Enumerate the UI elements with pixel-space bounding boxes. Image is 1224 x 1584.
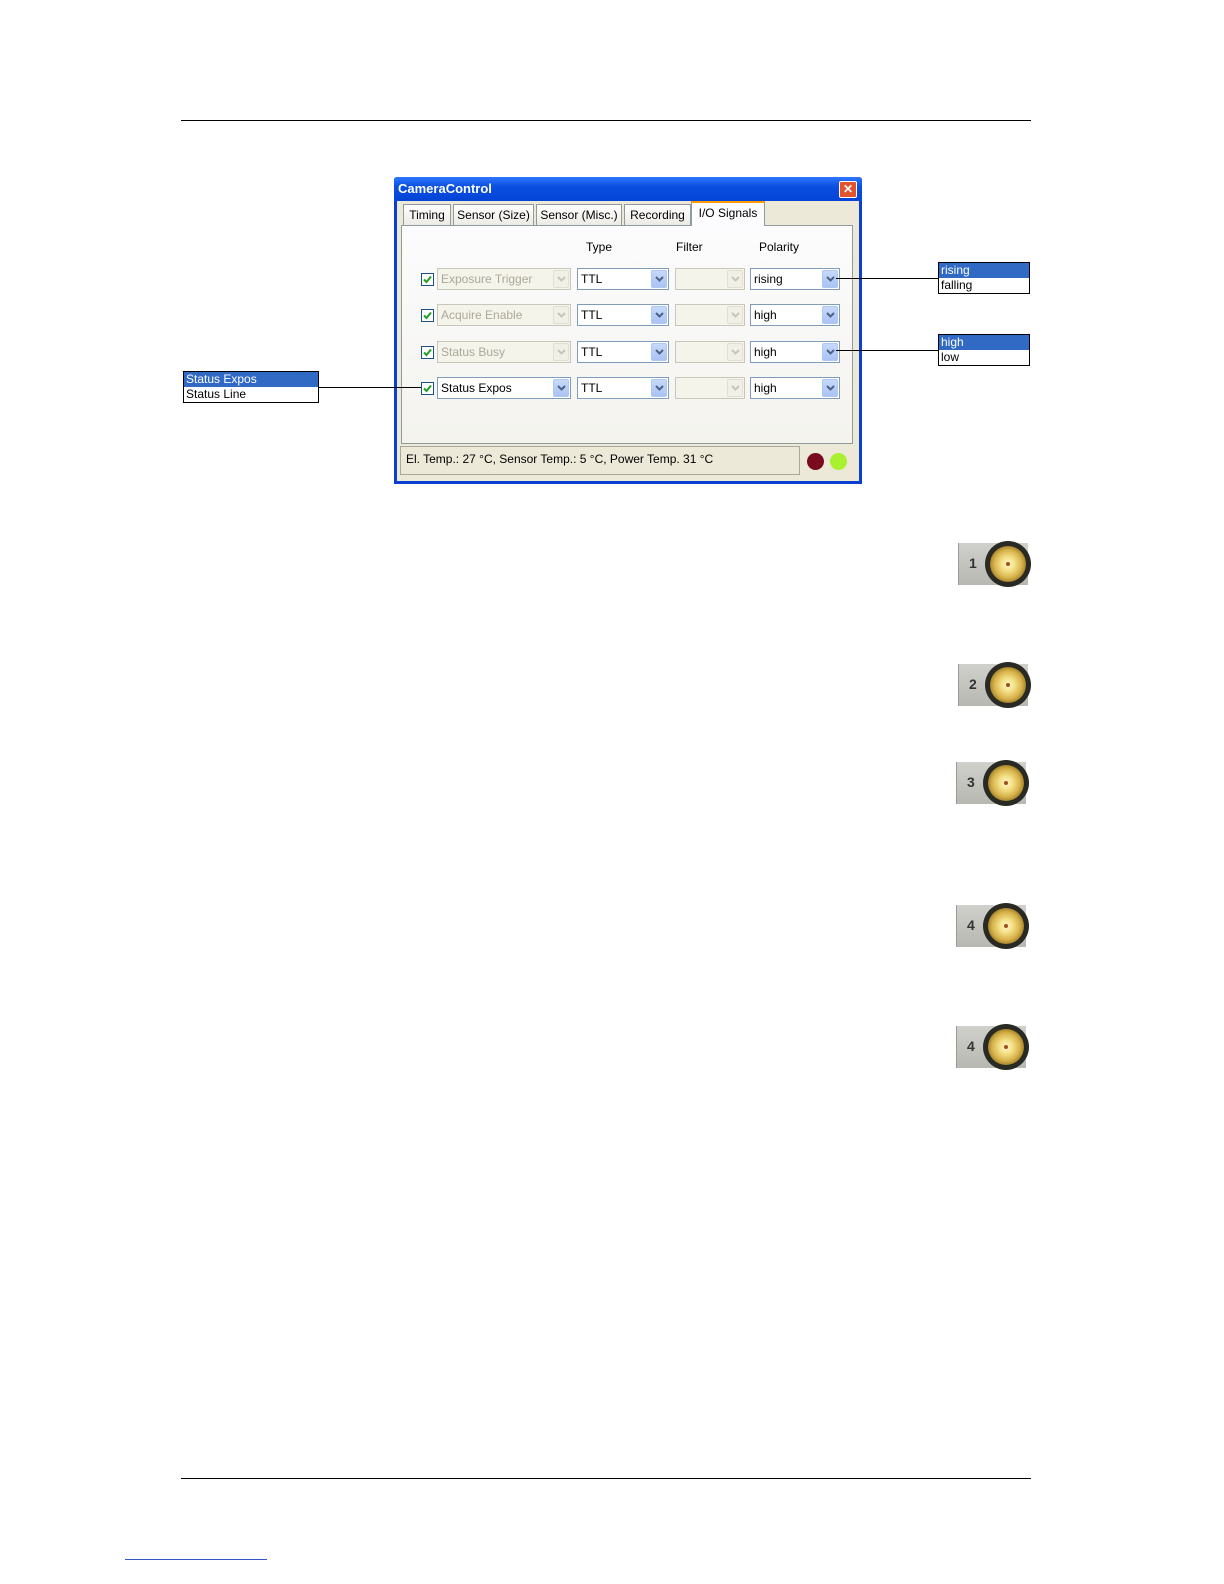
callout-line-status-polarity xyxy=(836,350,938,351)
enable-checkbox-acquire-enable[interactable] xyxy=(421,309,434,322)
status-polarity-options: high low xyxy=(938,334,1030,366)
connector-number: 3 xyxy=(967,774,975,790)
footnote-rule xyxy=(125,1559,267,1560)
option-falling[interactable]: falling xyxy=(939,278,1029,293)
connector-pin xyxy=(1006,683,1010,687)
chevron-down-icon[interactable] xyxy=(651,343,667,361)
enable-checkbox-status-busy[interactable] xyxy=(421,346,434,359)
type-select-value: TTL xyxy=(581,381,603,395)
checkmark-icon xyxy=(423,348,432,357)
chevron-down-icon[interactable] xyxy=(822,306,838,324)
tab-recording[interactable]: Recording xyxy=(624,204,691,225)
camera-control-window: CameraControl ✕ Timing Sensor (Size) Sen… xyxy=(394,177,862,484)
callout-line-trigger-polarity xyxy=(836,278,938,279)
type-select-value: TTL xyxy=(581,345,603,359)
filter-select-status-expos[interactable] xyxy=(675,377,745,399)
connector-pin xyxy=(1004,924,1008,928)
signal-select-status-expos[interactable]: Status Expos xyxy=(437,377,571,399)
option-low[interactable]: low xyxy=(939,350,1029,365)
polarity-select-acquire-enable[interactable]: high xyxy=(750,304,840,326)
type-select-exposure-trigger[interactable]: TTL xyxy=(577,268,669,290)
polarity-select-status-expos[interactable]: high xyxy=(750,377,840,399)
title-bar[interactable]: CameraControl ✕ xyxy=(394,177,862,201)
filter-select-status-busy[interactable] xyxy=(675,341,745,363)
connector-number: 4 xyxy=(967,917,975,933)
footer-rule xyxy=(181,1478,1031,1479)
signal-select-acquire-enable[interactable]: Acquire Enable xyxy=(437,304,571,326)
connector-2: 2 xyxy=(958,662,1031,708)
polarity-select-status-busy[interactable]: high xyxy=(750,341,840,363)
type-select-value: TTL xyxy=(581,308,603,322)
tab-sensor-size[interactable]: Sensor (Size) xyxy=(453,204,534,225)
chevron-down-icon[interactable] xyxy=(727,270,743,288)
enable-checkbox-status-expos[interactable] xyxy=(421,382,434,395)
close-button[interactable]: ✕ xyxy=(839,181,857,198)
connector-pin xyxy=(1006,562,1010,566)
chevron-down-icon[interactable] xyxy=(553,270,569,288)
tab-sensor-misc[interactable]: Sensor (Misc.) xyxy=(536,204,622,225)
chevron-down-icon[interactable] xyxy=(651,306,667,324)
status-led-red xyxy=(807,453,824,470)
header-rule xyxy=(181,120,1031,121)
connector-number: 4 xyxy=(967,1038,975,1054)
polarity-select-value: high xyxy=(754,381,777,395)
connector-pin xyxy=(1004,1045,1008,1049)
connector-number: 2 xyxy=(969,676,977,692)
chevron-down-icon[interactable] xyxy=(822,379,838,397)
chevron-down-icon[interactable] xyxy=(651,379,667,397)
column-header-polarity: Polarity xyxy=(759,240,800,254)
status-led-green xyxy=(830,453,847,470)
polarity-select-value: high xyxy=(754,308,777,322)
checkmark-icon xyxy=(423,275,432,284)
signal-select-status-busy[interactable]: Status Busy xyxy=(437,341,571,363)
polarity-select-value: high xyxy=(754,345,777,359)
type-select-status-expos[interactable]: TTL xyxy=(577,377,669,399)
signal-select-value: Exposure Trigger xyxy=(441,272,533,286)
connector-4b: 4 xyxy=(956,1024,1029,1070)
checkmark-icon xyxy=(423,384,432,393)
trigger-polarity-options: rising falling xyxy=(938,262,1030,294)
callout-line-status-signal xyxy=(318,387,421,388)
enable-checkbox-exposure-trigger[interactable] xyxy=(421,273,434,286)
polarity-select-exposure-trigger[interactable]: rising xyxy=(750,268,840,290)
option-status-line[interactable]: Status Line xyxy=(184,387,318,402)
tab-timing[interactable]: Timing xyxy=(403,204,451,225)
signal-select-value: Status Busy xyxy=(441,345,506,359)
connector-3: 3 xyxy=(956,760,1029,806)
type-select-value: TTL xyxy=(581,272,603,286)
connector-number: 1 xyxy=(969,555,977,571)
column-header-type: Type xyxy=(586,240,613,254)
chevron-down-icon[interactable] xyxy=(822,343,838,361)
window-client: Timing Sensor (Size) Sensor (Misc.) Reco… xyxy=(397,201,859,481)
tab-io-signals[interactable]: I/O Signals xyxy=(691,201,765,226)
checkmark-icon xyxy=(423,311,432,320)
option-high[interactable]: high xyxy=(939,335,1029,350)
signal-select-value: Status Expos xyxy=(441,381,512,395)
chevron-down-icon[interactable] xyxy=(553,306,569,324)
option-status-expos[interactable]: Status Expos xyxy=(184,372,318,387)
chevron-down-icon[interactable] xyxy=(553,343,569,361)
chevron-down-icon[interactable] xyxy=(651,270,667,288)
option-rising[interactable]: rising xyxy=(939,263,1029,278)
type-select-status-busy[interactable]: TTL xyxy=(577,341,669,363)
filter-select-acquire-enable[interactable] xyxy=(675,304,745,326)
chevron-down-icon[interactable] xyxy=(727,306,743,324)
chevron-down-icon[interactable] xyxy=(727,343,743,361)
connector-4: 4 xyxy=(956,903,1029,949)
chevron-down-icon[interactable] xyxy=(553,379,569,397)
signal-select-exposure-trigger[interactable]: Exposure Trigger xyxy=(437,268,571,290)
polarity-select-value: rising xyxy=(754,272,783,286)
connector-pin xyxy=(1004,781,1008,785)
status-bar: El. Temp.: 27 °C, Sensor Temp.: 5 °C, Po… xyxy=(400,446,800,475)
status-signal-options: Status Expos Status Line xyxy=(183,371,319,403)
signal-select-value: Acquire Enable xyxy=(441,308,523,322)
window-title: CameraControl xyxy=(398,181,492,196)
io-signals-panel: Type Filter Polarity Exposure Trigger TT… xyxy=(401,225,853,444)
filter-select-exposure-trigger[interactable] xyxy=(675,268,745,290)
type-select-acquire-enable[interactable]: TTL xyxy=(577,304,669,326)
chevron-down-icon[interactable] xyxy=(727,379,743,397)
connector-1: 1 xyxy=(958,541,1031,587)
chevron-down-icon[interactable] xyxy=(822,270,838,288)
column-header-filter: Filter xyxy=(676,240,703,254)
